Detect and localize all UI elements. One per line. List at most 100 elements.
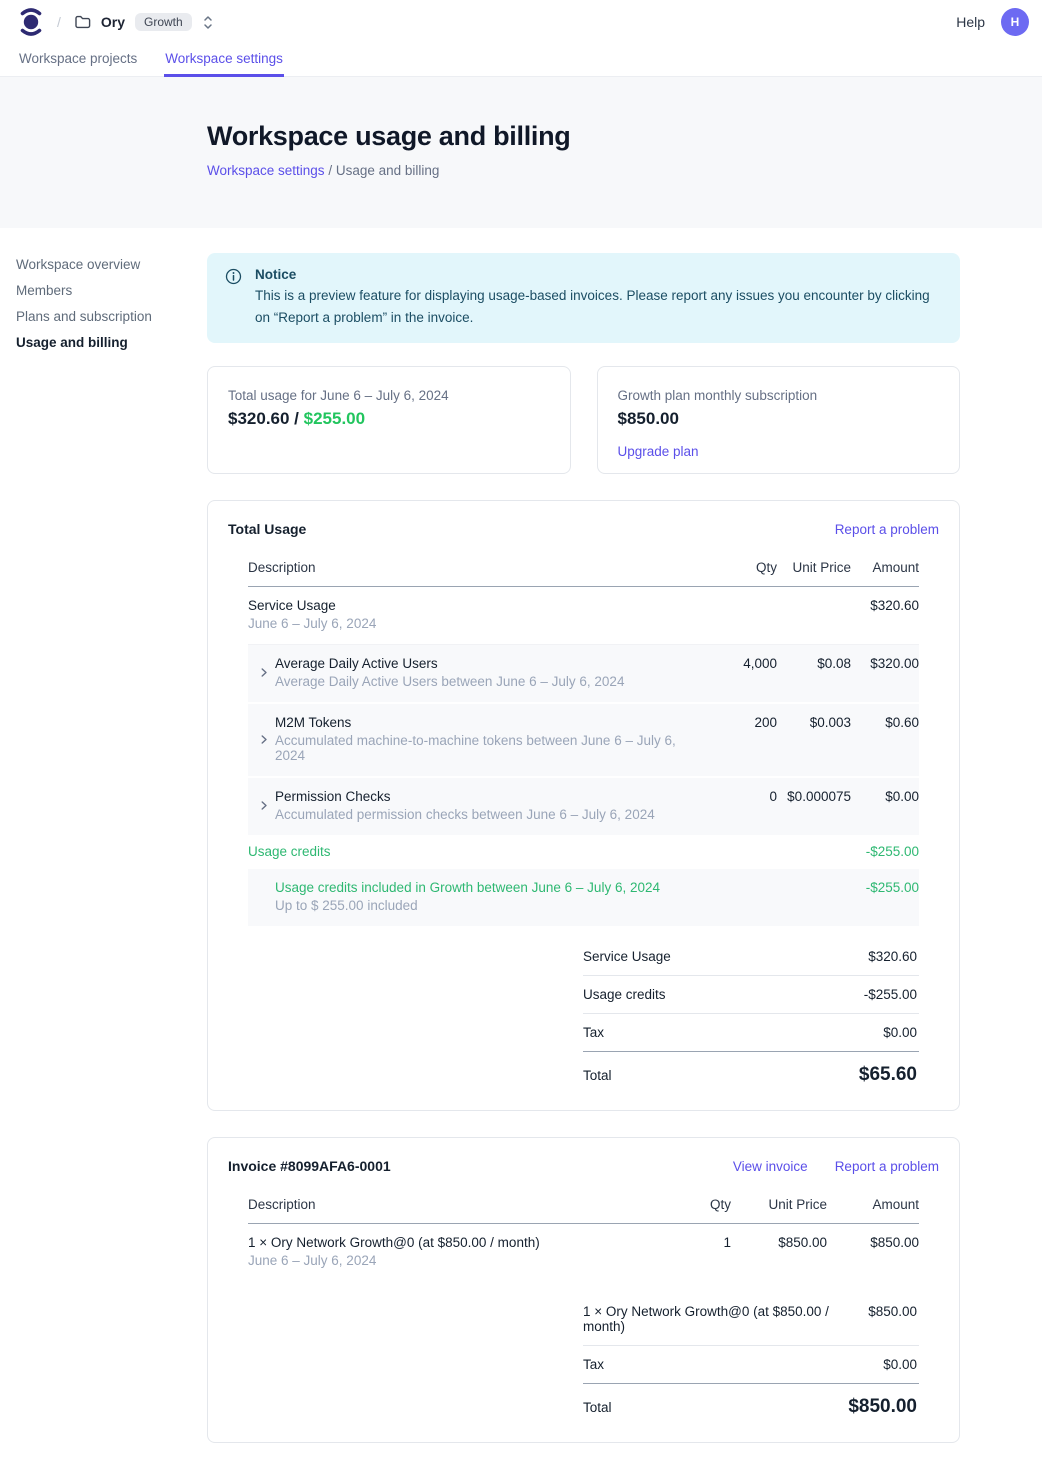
- invoice-table-header: Description Qty Unit Price Amount: [248, 1188, 919, 1224]
- table-row-service-usage: Service Usage June 6 – July 6, 2024 $320…: [248, 587, 919, 644]
- summary-row-tax: Tax $0.00: [583, 1014, 919, 1052]
- line-item-title: M2M Tokens: [275, 715, 687, 730]
- folder-icon: [74, 14, 91, 30]
- col-unit-price: Unit Price: [777, 560, 851, 575]
- breadcrumb-separator: /: [54, 14, 64, 30]
- line-item-subtitle: Accumulated machine-to-machine tokens be…: [275, 733, 687, 763]
- total-usage-value: $320.60 / $255.00: [228, 409, 550, 429]
- help-link[interactable]: Help: [956, 14, 985, 30]
- invoice-panel-header: Invoice #8099AFA6-0001 View invoice Repo…: [228, 1158, 939, 1174]
- table-row-usage-credits: Usage credits -$255.00: [248, 835, 919, 869]
- col-amount: Amount: [851, 560, 919, 575]
- invoice-line-unit-price: $850.00: [731, 1235, 827, 1250]
- workspace-name[interactable]: Ory: [101, 14, 125, 30]
- tab-workspace-settings[interactable]: Workspace settings: [164, 44, 284, 77]
- subscription-card: Growth plan monthly subscription $850.00…: [597, 366, 961, 474]
- content-column: Notice This is a preview feature for dis…: [207, 253, 960, 1459]
- breadcrumb-settings-link[interactable]: Workspace settings: [207, 163, 325, 178]
- usage-total-value: $65.60: [859, 1064, 917, 1086]
- plan-badge: Growth: [135, 13, 192, 31]
- summary-row-plan: 1 × Ory Network Growth@0 (at $850.00 / m…: [583, 1293, 919, 1346]
- usage-table: Description Qty Unit Price Amount Servic…: [248, 551, 919, 926]
- line-item-unit-price: $0.08: [777, 656, 851, 671]
- invoice-total-value: $850.00: [848, 1396, 917, 1418]
- invoice-line-amount: $850.00: [827, 1235, 919, 1250]
- usage-credits-title: Usage credits: [248, 844, 851, 859]
- main-area: Workspace overview Members Plans and sub…: [0, 228, 1042, 1459]
- report-problem-link-invoice[interactable]: Report a problem: [835, 1159, 939, 1174]
- usage-credits-amount: -$255.00: [851, 844, 919, 859]
- usage-summary: Service Usage $320.60 Usage credits -$25…: [583, 938, 919, 1088]
- table-row-average-daily-active-users[interactable]: Average Daily Active Users Average Daily…: [248, 644, 919, 702]
- table-row-usage-credits-detail: Usage credits included in Growth between…: [248, 869, 919, 926]
- sidebar-item-plans-subscription[interactable]: Plans and subscription: [16, 310, 191, 324]
- col-qty: Qty: [687, 560, 777, 575]
- breadcrumb-slash: /: [325, 163, 336, 178]
- notice-body: This is a preview feature for displaying…: [255, 285, 942, 328]
- line-item-qty: 4,000: [687, 656, 777, 671]
- usage-credit-amount: $255.00: [304, 409, 365, 428]
- summary-row-service-usage: Service Usage $320.60: [583, 938, 919, 976]
- breadcrumb-current: Usage and billing: [336, 163, 440, 178]
- notice-banner: Notice This is a preview feature for dis…: [207, 253, 960, 343]
- chevron-right-icon[interactable]: [248, 667, 275, 678]
- invoice-panel: Invoice #8099AFA6-0001 View invoice Repo…: [207, 1137, 960, 1443]
- total-usage-panel: Total Usage Report a problem Description…: [207, 500, 960, 1111]
- page-title: Workspace usage and billing: [207, 121, 1042, 152]
- notice-title: Notice: [255, 267, 942, 282]
- col-unit-price: Unit Price: [731, 1197, 827, 1212]
- invoice-line-title: 1 × Ory Network Growth@0 (at $850.00 / m…: [248, 1235, 679, 1250]
- service-usage-period: June 6 – July 6, 2024: [248, 616, 687, 631]
- col-amount: Amount: [827, 1197, 919, 1212]
- usage-table-header: Description Qty Unit Price Amount: [248, 551, 919, 587]
- table-row-permission-checks[interactable]: Permission Checks Accumulated permission…: [248, 776, 919, 835]
- breadcrumb: Workspace settings / Usage and billing: [207, 163, 1042, 178]
- line-item-unit-price: $0.000075: [777, 789, 851, 804]
- chevron-right-icon[interactable]: [248, 800, 275, 811]
- workspace-selector-chevrons-icon[interactable]: [202, 15, 214, 30]
- invoice-title: Invoice #8099AFA6-0001: [228, 1158, 391, 1174]
- upgrade-plan-link[interactable]: Upgrade plan: [618, 444, 699, 459]
- page-header: Workspace usage and billing Workspace se…: [0, 77, 1042, 228]
- summary-row-total: Total $850.00: [583, 1384, 919, 1420]
- tab-workspace-projects[interactable]: Workspace projects: [18, 44, 138, 76]
- avatar[interactable]: H: [1001, 8, 1029, 36]
- subscription-amount: $850.00: [618, 409, 940, 429]
- notice-text: Notice This is a preview feature for dis…: [255, 267, 942, 328]
- line-item-qty: 0: [687, 789, 777, 804]
- settings-sidebar: Workspace overview Members Plans and sub…: [16, 258, 191, 362]
- line-item-subtitle: Accumulated permission checks between Ju…: [275, 807, 687, 822]
- invoice-line-qty: 1: [679, 1235, 731, 1250]
- line-item-unit-price: $0.003: [777, 715, 851, 730]
- credits-detail-subtitle: Up to $ 255.00 included: [275, 898, 851, 913]
- table-row-invoice-line: 1 × Ory Network Growth@0 (at $850.00 / m…: [248, 1224, 919, 1281]
- col-qty: Qty: [679, 1197, 731, 1212]
- line-item-amount: $0.60: [851, 715, 919, 730]
- line-item-title: Average Daily Active Users: [275, 656, 687, 671]
- summary-row-usage-credits: Usage credits -$255.00: [583, 976, 919, 1014]
- invoice-line-period: June 6 – July 6, 2024: [248, 1253, 679, 1268]
- workspace-tabs: Workspace projects Workspace settings: [0, 44, 1042, 77]
- line-item-subtitle: Average Daily Active Users between June …: [275, 674, 687, 689]
- service-usage-title: Service Usage: [248, 598, 687, 613]
- line-item-qty: 200: [687, 715, 777, 730]
- col-description: Description: [248, 560, 687, 575]
- usage-panel-title: Total Usage: [228, 521, 306, 537]
- top-bar-right: Help H: [956, 8, 1029, 36]
- summary-row-total: Total $65.60: [583, 1052, 919, 1088]
- invoice-summary: 1 × Ory Network Growth@0 (at $850.00 / m…: [583, 1293, 919, 1420]
- sidebar-item-usage-billing[interactable]: Usage and billing: [16, 336, 191, 350]
- line-item-amount: $0.00: [851, 789, 919, 804]
- view-invoice-link[interactable]: View invoice: [733, 1159, 808, 1174]
- summary-cards-row: Total usage for June 6 – July 6, 2024 $3…: [207, 366, 960, 474]
- invoice-table: Description Qty Unit Price Amount 1 × Or…: [248, 1188, 919, 1281]
- usage-panel-header: Total Usage Report a problem: [228, 521, 939, 537]
- sidebar-item-members[interactable]: Members: [16, 284, 191, 298]
- report-problem-link-usage[interactable]: Report a problem: [835, 522, 939, 537]
- chevron-right-icon[interactable]: [248, 734, 275, 745]
- table-row-m2m-tokens[interactable]: M2M Tokens Accumulated machine-to-machin…: [248, 702, 919, 776]
- usage-separator: /: [289, 409, 303, 428]
- sidebar-item-workspace-overview[interactable]: Workspace overview: [16, 258, 191, 272]
- summary-row-tax: Tax $0.00: [583, 1346, 919, 1384]
- ory-logo-icon[interactable]: [18, 7, 44, 37]
